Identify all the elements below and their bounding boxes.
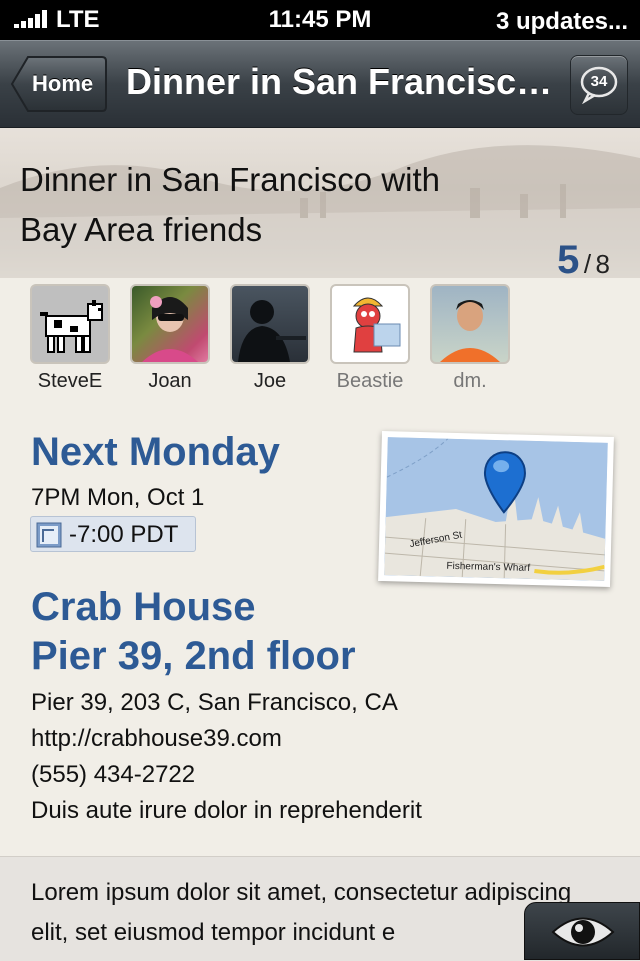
event-title: Dinner in San Francisco with Bay Area fr… [20, 155, 520, 255]
venue-note: Duis aute irure dolor in reprehenderit [31, 797, 422, 824]
event-title-line: Bay Area friends [20, 211, 263, 248]
count-separator: / [583, 249, 592, 279]
event-title-line: Dinner in San Francisco with [20, 161, 441, 198]
attendee-joan[interactable]: Joan [120, 284, 220, 393]
map-image: Jefferson St Fisherman's Wharf [384, 437, 608, 581]
comments-button[interactable]: 34 [570, 55, 628, 115]
attendee-dm[interactable]: dm. [420, 284, 520, 393]
when-detail: 7PM Mon, Oct 1 [31, 484, 205, 511]
nav-title: Dinner in San Francisco with Bay Area fr… [126, 61, 560, 102]
avatar [430, 284, 510, 364]
person-silhouette-image [238, 300, 306, 362]
attendee-name: Beastie [336, 370, 404, 392]
status-bar: LTE 11:45 PM 3 updates... [0, 0, 640, 40]
attendee-name: dm. [453, 370, 487, 392]
venue-name[interactable]: Crab House [31, 585, 256, 630]
timezone-text: -7:00 PDT [69, 521, 179, 548]
avatar [330, 284, 410, 364]
attendee-stevee[interactable]: SteveE [20, 284, 120, 393]
attendee-beastie[interactable]: Beastie [320, 284, 420, 393]
going-count: 5 [557, 238, 580, 282]
map-area-label: Fisherman's Wharf [446, 560, 531, 574]
attendee-joe[interactable]: Joe [220, 284, 320, 393]
comment-count: 34 [590, 73, 608, 90]
avatar [30, 284, 110, 364]
dog-cow-avatar-image [40, 300, 103, 353]
eye-icon [551, 917, 615, 947]
bsd-daemon-avatar-image [352, 297, 401, 353]
home-label: Home [32, 71, 94, 96]
timezone-badge[interactable]: -7:00 PDT [30, 516, 196, 552]
navigation-bar: Home Dinner in San Francisco with Bay Ar… [0, 40, 640, 128]
venue-address[interactable]: Pier 39, 203 C, San Francisco, CA [31, 689, 398, 717]
venue-url[interactable]: http://crabhouse39.com [31, 725, 282, 753]
watch-button[interactable] [524, 902, 640, 960]
when-heading[interactable]: Next Monday [31, 430, 280, 475]
venue-phone[interactable]: (555) 434-2722 [31, 761, 195, 789]
venue-subtitle[interactable]: Pier 39, 2nd floor [31, 634, 356, 679]
invited-count: 8 [595, 249, 610, 279]
avatar [130, 284, 210, 364]
attendee-name: Joe [253, 370, 287, 392]
map-pin-icon [483, 451, 526, 514]
person-photo-image [440, 300, 500, 362]
status-updates: 3 updates... [495, 8, 628, 35]
map-thumbnail[interactable]: Jefferson St Fisherman's Wharf [378, 430, 614, 588]
avatar [230, 284, 310, 364]
attendee-name: Joan [148, 370, 192, 392]
person-photo-image [142, 296, 198, 362]
attendee-name: SteveE [37, 370, 103, 392]
calendar-icon [36, 522, 62, 548]
attendance-count[interactable]: 5 / 8 [557, 238, 610, 283]
home-back-button[interactable]: Home [10, 55, 108, 113]
